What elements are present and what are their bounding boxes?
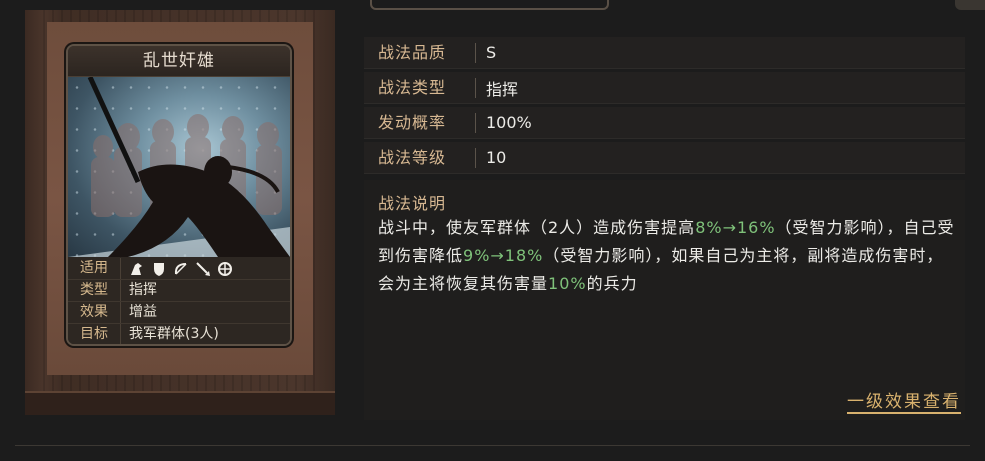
description-title: 战法说明 — [378, 194, 447, 213]
description-panel: 战法说明 战斗中，使友军群体（2人）造成伤害提高8%→16%（受智力影响），自己… — [364, 180, 965, 420]
skill-name: 乱世奸雄 — [68, 46, 290, 77]
info-row-quality: 战法品质 S — [364, 37, 965, 69]
skill-artwork — [68, 77, 290, 257]
top-ornament — [370, 0, 609, 10]
stat-row-arms: 适用 — [68, 258, 290, 280]
effect-view-link[interactable]: 一级效果查看 — [847, 387, 961, 414]
bow-icon — [173, 261, 189, 277]
description-text: 战斗中，使友军群体（2人）造成伤害提高8%→16%（受智力影响），自己受到伤害降… — [378, 218, 955, 293]
skill-card: 乱世奸雄 适用 类型 指挥 效果 增益 目标 我军群体(3人) — [66, 44, 292, 346]
stat-row-effect: 效果 增益 — [68, 302, 290, 324]
info-row-rate: 发动概率 100% — [364, 107, 965, 139]
shield-icon — [151, 261, 167, 277]
cavalry-icon — [129, 261, 145, 277]
spear-icon — [195, 261, 211, 277]
top-right-ornament — [955, 0, 985, 10]
warrior-silhouette — [68, 77, 290, 257]
info-row-level: 战法等级 10 — [364, 142, 965, 174]
skill-stats: 适用 类型 指挥 效果 增益 目标 我军群体(3人) — [68, 257, 290, 344]
bottom-divider — [15, 445, 970, 446]
wheel-icon — [217, 261, 233, 277]
info-row-type: 战法类型 指挥 — [364, 72, 965, 104]
stat-row-target: 目标 我军群体(3人) — [68, 324, 290, 344]
stat-row-type: 类型 指挥 — [68, 280, 290, 302]
